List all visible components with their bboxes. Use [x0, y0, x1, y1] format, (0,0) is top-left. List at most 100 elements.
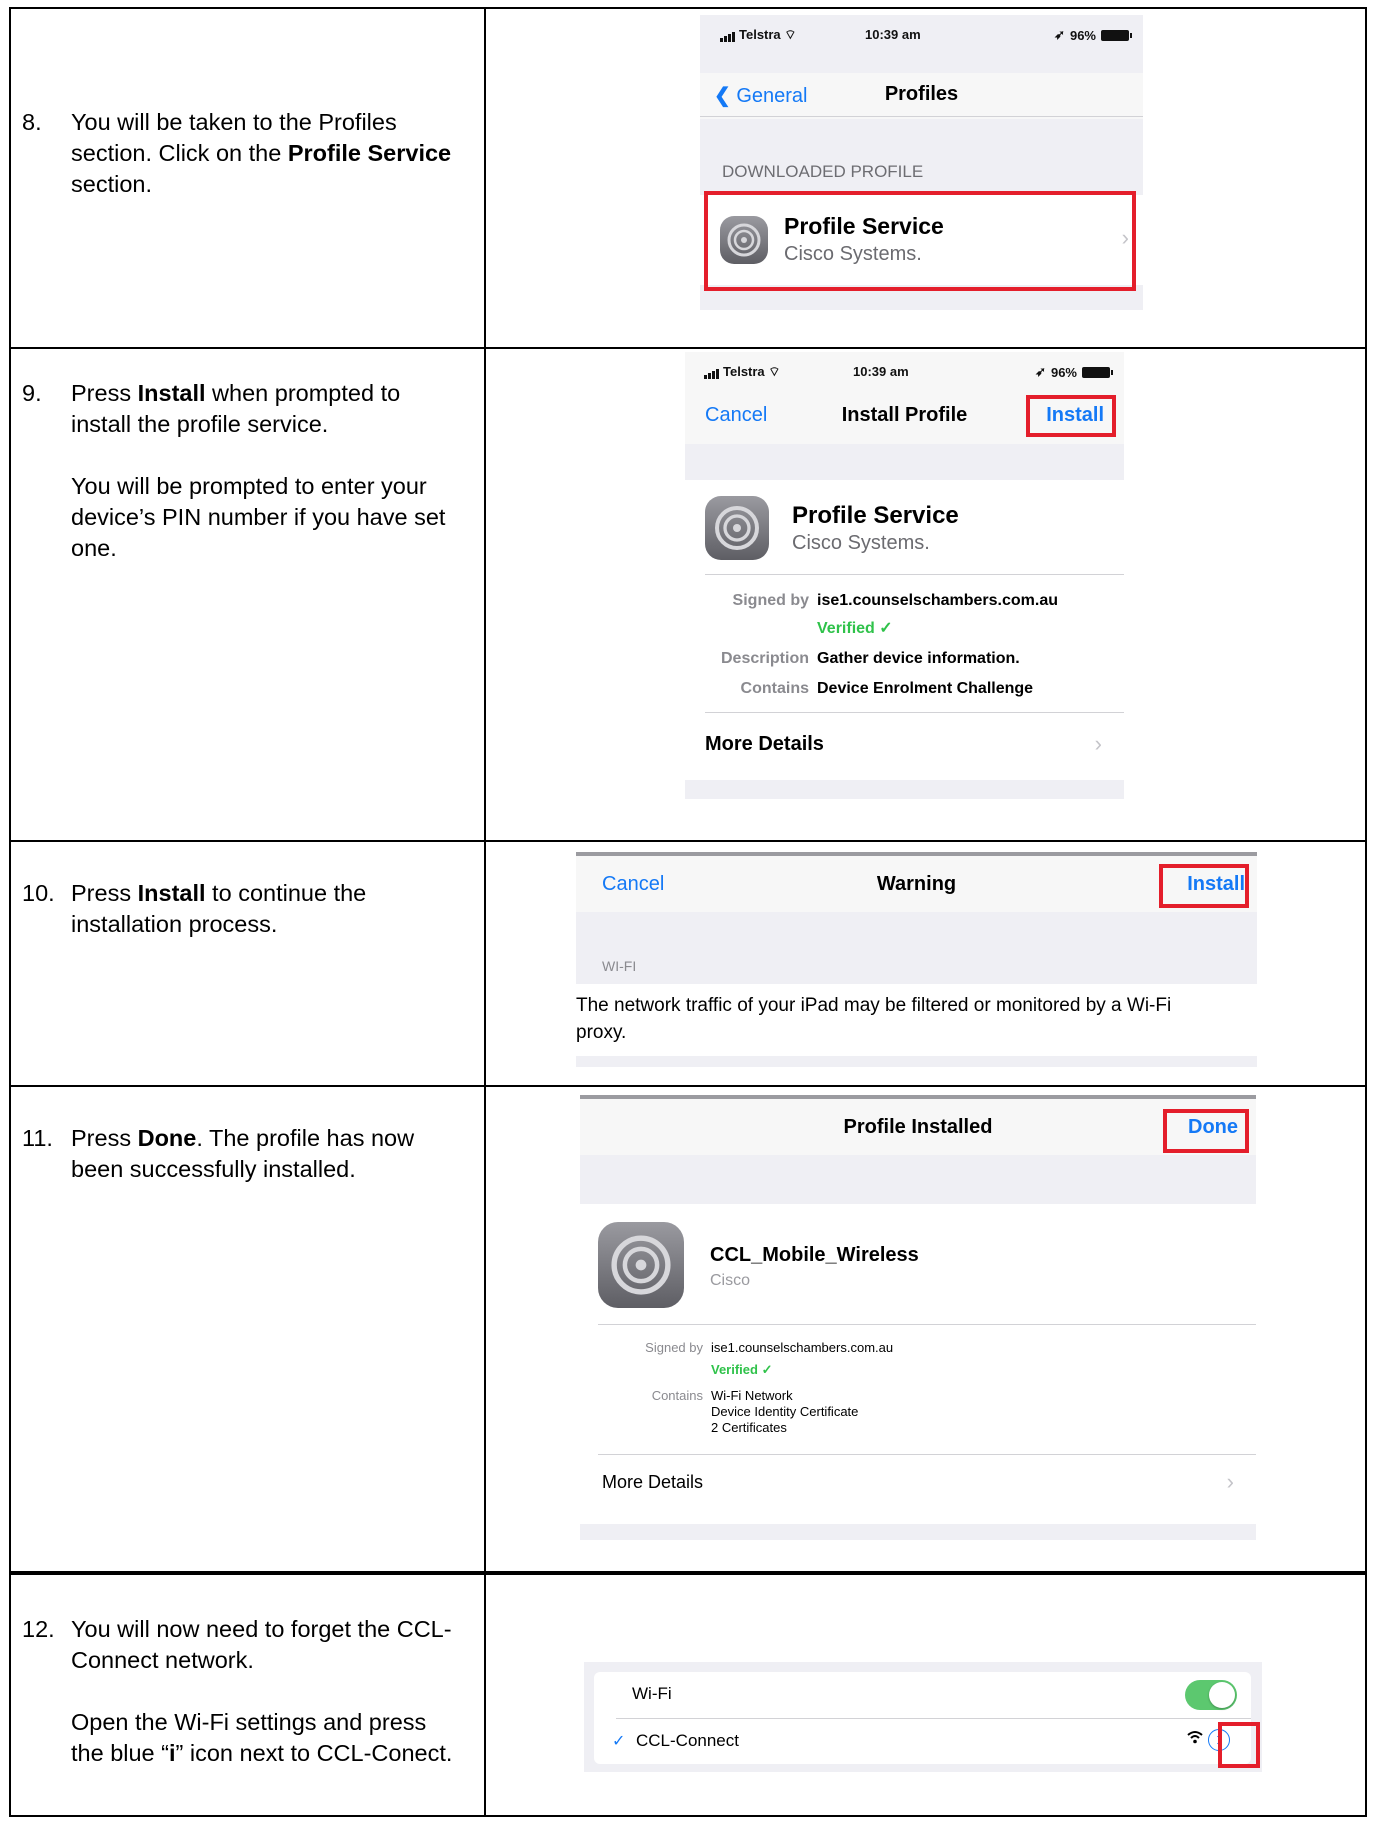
battery-percent: 96% — [1050, 364, 1077, 380]
step-text-run: You will now need to forget the CCL-Conn… — [71, 1616, 452, 1673]
step-text-run: You will be prompted to enter your devic… — [71, 473, 446, 561]
step-paragraph: You will now need to forget the CCL-Conn… — [71, 1614, 462, 1676]
nav-title: Profile Installed — [843, 1116, 993, 1138]
divider — [705, 574, 1124, 575]
description-value: Gather device information. — [817, 650, 1020, 667]
signed-by-label: Signed by — [732, 592, 809, 609]
step-paragraph: Press Install when prompted to install t… — [71, 378, 462, 440]
nav-title: Profiles — [884, 83, 959, 105]
step-keyword: Install — [137, 380, 206, 406]
status-bar: Telstra ⌔ 10:39 am ➶ 96% — [700, 15, 1143, 55]
step-number: 8. — [22, 109, 42, 135]
highlight-box — [1218, 1722, 1260, 1768]
more-details-label: More Details — [602, 1472, 704, 1492]
step-11-text: 11. Press Done. The profile has now been … — [22, 1123, 462, 1185]
contains-item: Wi-Fi Network — [711, 1388, 793, 1403]
description-label: Description — [720, 650, 809, 667]
install-profile-screenshot: Telstra ⌔ 10:39 am ➶ 96% Cancel Install P… — [685, 352, 1124, 799]
step-text-run: Press — [71, 380, 138, 406]
battery-icon — [1082, 366, 1113, 378]
signed-by-value: ise1.counselschambers.com.au — [817, 592, 1058, 609]
contains-item: Device Identity Certificate — [711, 1404, 859, 1419]
more-details-row[interactable]: More Details › — [580, 1455, 1256, 1511]
step-text-run: Press — [71, 1125, 138, 1151]
step-text-run: Press — [71, 880, 138, 906]
clock: 10:39 am — [853, 364, 909, 379]
highlight-box — [704, 191, 1136, 291]
step-paragraph: Press Install to continue the installati… — [71, 878, 462, 940]
wifi-icon: ⌔ — [784, 27, 797, 42]
step-10-text: 10. Press Install to continue the install… — [22, 878, 462, 940]
more-details-label: More Details — [705, 733, 824, 755]
signed-by-label: Signed by — [645, 1340, 703, 1355]
step-9-text: 9. Press Install when prompted to install… — [22, 378, 462, 564]
step-keyword: Done — [137, 1125, 197, 1151]
step-number: 11. — [22, 1125, 53, 1151]
verified-badge: Verified ✓ — [817, 620, 893, 637]
nav-bar: ❮ General Profiles — [700, 73, 1143, 119]
warning-message: The network traffic of your iPad may be … — [576, 995, 1172, 1043]
contains-value: Device Enrolment Challenge — [817, 680, 1034, 697]
profiles-screenshot: Telstra ⌔ 10:39 am ➶ 96% ❮ General Profil… — [700, 15, 1143, 310]
highlight-box — [1026, 395, 1116, 437]
nav-bar: Profile Installed Done — [580, 1095, 1256, 1155]
chevron-right-icon: › — [1226, 1469, 1234, 1494]
profile-card: Profile Service Cisco Systems. Signed by… — [685, 480, 1124, 780]
location-icon: ➶ — [1035, 364, 1046, 379]
wifi-signal-icon — [1187, 1729, 1203, 1750]
step-number: 10. — [22, 880, 55, 906]
step-keyword: Install — [137, 880, 206, 906]
battery-icon — [1101, 29, 1132, 41]
profile-card: CCL_Mobile_Wireless Cisco Signed by ise1… — [580, 1204, 1256, 1524]
step-text-run: section. — [71, 171, 152, 197]
wifi-card: Wi-Fi ✓ CCL-Connect i — [594, 1672, 1251, 1764]
contains-list: Wi-Fi Network Device Identity Certificat… — [711, 1388, 858, 1436]
highlight-box — [1163, 1109, 1249, 1153]
profile-org: Cisco Systems. — [792, 532, 930, 554]
step-paragraph: Open the Wi-Fi settings and press the bl… — [71, 1707, 462, 1769]
settings-gear-icon — [598, 1222, 684, 1308]
step-paragraph: Press Done. The profile has now been suc… — [71, 1123, 462, 1185]
signed-by-value: ise1.counselschambers.com.au — [711, 1340, 894, 1355]
divider — [598, 1324, 1256, 1325]
carrier-label: Telstra — [739, 27, 781, 42]
step-keyword: Profile Service — [287, 140, 452, 166]
step-number: 12. — [22, 1616, 55, 1642]
status-bar: Telstra ⌔ 10:39 am ➶ 96% — [685, 352, 1124, 392]
wifi-label: Wi-Fi — [632, 1684, 672, 1703]
step-12-text: 12. You will now need to forget the CCL-C… — [22, 1614, 462, 1769]
more-details-row[interactable]: More Details › — [685, 713, 1124, 773]
contains-label: Contains — [740, 680, 809, 697]
clock: 10:39 am — [865, 27, 921, 42]
section-header: WI-FI — [602, 958, 637, 974]
row-divider — [11, 347, 1365, 349]
contains-label: Contains — [651, 1388, 703, 1403]
signal-icon — [704, 364, 720, 379]
verified-badge: Verified ✓ — [711, 1362, 773, 1377]
wifi-toggle[interactable] — [1185, 1680, 1237, 1710]
checkmark-icon: ✓ — [612, 1733, 626, 1750]
column-divider — [484, 9, 486, 1815]
divider — [700, 116, 1143, 117]
row-divider — [11, 1085, 1365, 1087]
nav-title: Warning — [876, 873, 957, 895]
profile-org: Cisco — [710, 1272, 751, 1289]
highlight-box — [1159, 864, 1249, 908]
settings-gear-icon — [705, 496, 769, 560]
chevron-right-icon: › — [1094, 731, 1102, 756]
network-row-ccl-connect[interactable]: ✓ CCL-Connect i — [594, 1719, 1251, 1764]
location-icon: ➶ — [1054, 27, 1065, 42]
signal-icon — [720, 27, 736, 42]
row-divider — [11, 1571, 1365, 1575]
step-number: 9. — [22, 380, 42, 406]
step-paragraph: You will be prompted to enter your devic… — [71, 471, 462, 564]
carrier-label: Telstra — [723, 364, 765, 379]
warning-message-box: The network traffic of your iPad may be … — [576, 984, 1257, 1056]
step-paragraph: You will be taken to the Profiles sectio… — [71, 107, 462, 200]
step-8-text: 8. You will be taken to the Profiles sect… — [22, 107, 462, 200]
wifi-settings-screenshot: Wi-Fi ✓ CCL-Connect i — [584, 1662, 1262, 1772]
nav-bar: Cancel Warning Install — [576, 852, 1257, 912]
step-text-run: ” icon next to CCL-Conect. — [175, 1740, 453, 1766]
profile-name: CCL_Mobile_Wireless — [710, 1244, 919, 1266]
section-header: DOWNLOADED PROFILE — [722, 162, 924, 181]
